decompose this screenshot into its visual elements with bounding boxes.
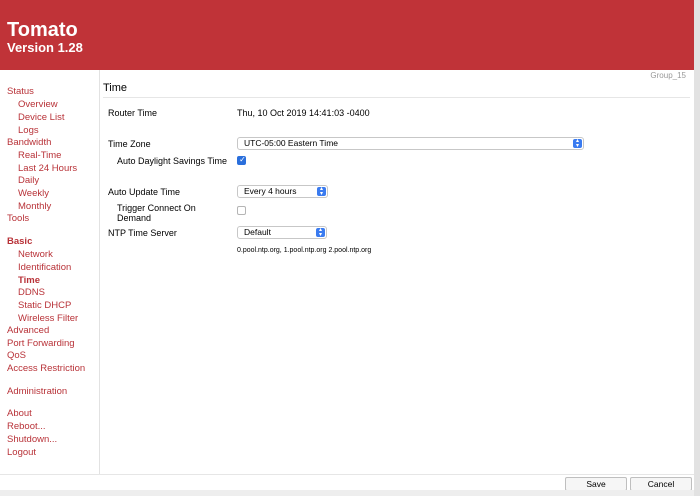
nav-tools[interactable]: Tools: [7, 213, 29, 224]
nav-bandwidth[interactable]: Bandwidth: [7, 137, 51, 148]
save-button[interactable]: Save: [565, 477, 627, 491]
nav-logout[interactable]: Logout: [7, 447, 36, 458]
trigger-checkbox[interactable]: [237, 206, 246, 215]
nav-weekly[interactable]: Weekly: [18, 188, 49, 199]
section-divider: [103, 97, 690, 98]
select-arrows-icon: ▴ ▾: [316, 227, 325, 238]
checkmark-icon: ✓: [239, 155, 246, 164]
nav-ddns[interactable]: DDNS: [18, 287, 45, 298]
auto-update-label: Auto Update Time: [108, 187, 181, 197]
nav-port-forwarding[interactable]: Port Forwarding: [7, 338, 75, 349]
nav-static-dhcp[interactable]: Static DHCP: [18, 300, 71, 311]
nav-about[interactable]: About: [7, 408, 32, 419]
nav-device-list[interactable]: Device List: [18, 112, 64, 123]
nav-daily[interactable]: Daily: [18, 175, 39, 186]
nav-real-time[interactable]: Real-Time: [18, 150, 61, 161]
nav-basic[interactable]: Basic: [7, 236, 32, 247]
time-zone-value: UTC-05:00 Eastern Time: [244, 138, 339, 148]
nav-network[interactable]: Network: [18, 249, 53, 260]
nav-wireless-filter[interactable]: Wireless Filter: [18, 313, 78, 324]
cancel-button[interactable]: Cancel: [630, 477, 692, 491]
footer-divider: [0, 474, 694, 475]
brand: Tomato Version 1.28: [7, 20, 83, 55]
nav-time[interactable]: Time: [18, 275, 40, 286]
dst-checkbox[interactable]: ✓: [237, 155, 246, 165]
nav-administration[interactable]: Administration: [7, 386, 67, 397]
nav-advanced[interactable]: Advanced: [7, 325, 49, 336]
nav-shutdown[interactable]: Shutdown...: [7, 434, 57, 445]
app-version: Version 1.28: [7, 40, 83, 55]
router-time-label: Router Time: [108, 108, 158, 118]
ntp-server-value: Default: [244, 227, 271, 237]
nav-qos[interactable]: QoS: [7, 350, 26, 361]
select-arrows-icon: ▴ ▾: [573, 138, 582, 149]
footer-bar: [0, 490, 694, 496]
nav-access-restriction[interactable]: Access Restriction: [7, 363, 85, 374]
nav-logs[interactable]: Logs: [18, 125, 39, 136]
ntp-server-label: NTP Time Server: [108, 228, 177, 238]
nav-last-24-hours[interactable]: Last 24 Hours: [18, 163, 77, 174]
time-zone-select[interactable]: UTC-05:00 Eastern Time ▴ ▾: [237, 137, 584, 150]
trigger-label-line1: Trigger Connect On: [117, 203, 196, 213]
dst-label: Auto Daylight Savings Time: [117, 156, 228, 166]
nav-reboot[interactable]: Reboot...: [7, 421, 46, 432]
select-arrows-icon: ▴ ▾: [317, 186, 326, 197]
nav-identification[interactable]: Identification: [18, 262, 71, 273]
ntp-servers-list: 0.pool.ntp.org, 1.pool.ntp.org 2.pool.nt…: [237, 247, 372, 254]
app-title: Tomato: [7, 19, 78, 41]
nav-monthly[interactable]: Monthly: [18, 201, 51, 212]
window-scrollbar[interactable]: [694, 0, 700, 496]
trigger-label-line2: Demand: [117, 213, 152, 223]
header-banner: Tomato Version 1.28: [0, 0, 694, 70]
time-zone-label: Time Zone: [108, 139, 151, 149]
group-label: Group_15: [650, 71, 686, 80]
ntp-server-select[interactable]: Default ▴ ▾: [237, 226, 327, 239]
auto-update-select[interactable]: Every 4 hours ▴ ▾: [237, 185, 328, 198]
router-time-value: Thu, 10 Oct 2019 14:41:03 -0400: [237, 108, 370, 118]
section-title: Time: [103, 82, 128, 94]
nav-status[interactable]: Status: [7, 86, 34, 97]
auto-update-value: Every 4 hours: [244, 186, 297, 196]
nav-overview[interactable]: Overview: [18, 99, 58, 110]
